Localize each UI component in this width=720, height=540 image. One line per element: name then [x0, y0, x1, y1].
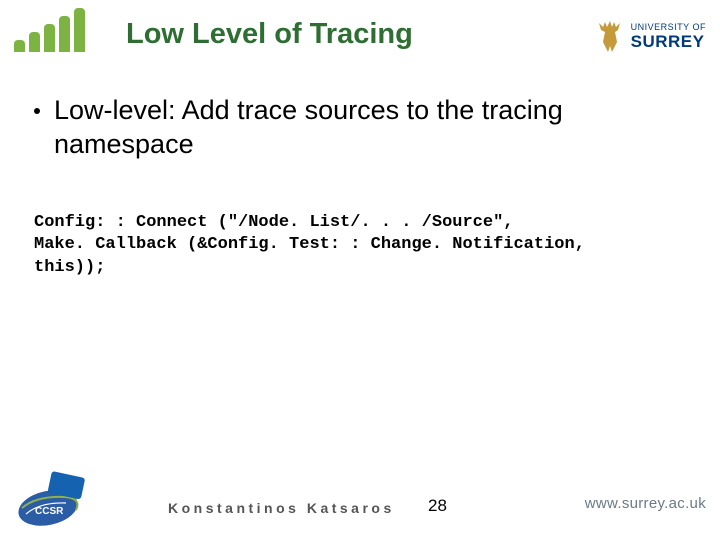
stag-icon — [595, 20, 625, 54]
bullet-text: Low-level: Add trace sources to the trac… — [54, 94, 690, 162]
author-name: Konstantinos Katsaros — [168, 500, 395, 516]
university-label-big: SURREY — [631, 33, 706, 51]
code-snippet: Config: : Connect ("/Node. List/. . . /S… — [34, 212, 690, 281]
slide-header: Low Level of Tracing UNIVERSITY OF SURRE… — [0, 12, 720, 72]
bullet-item: Low-level: Add trace sources to the trac… — [34, 94, 690, 162]
slide-footer: CCSR Konstantinos Katsaros 28 www.surrey… — [0, 466, 720, 526]
ccsr-logo: CCSR — [16, 468, 90, 526]
signal-bars-icon — [14, 4, 96, 52]
bullet-dot-icon — [34, 108, 40, 114]
slide-title: Low Level of Tracing — [126, 18, 413, 51]
footer-url: www.surrey.ac.uk — [585, 495, 706, 512]
slide-body: Low-level: Add trace sources to the trac… — [34, 94, 690, 280]
page-number: 28 — [428, 496, 447, 516]
ccsr-label: CCSR — [35, 506, 64, 517]
university-of-surrey-logo: UNIVERSITY OF SURREY — [595, 20, 706, 54]
